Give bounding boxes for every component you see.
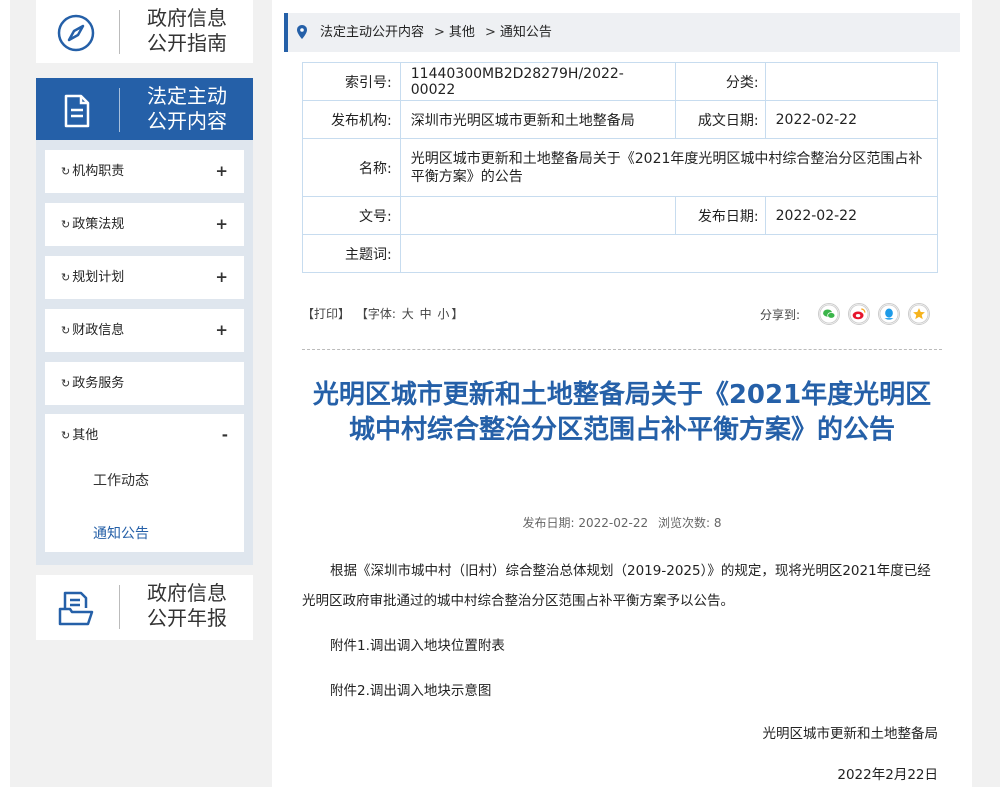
qzone-icon[interactable] xyxy=(908,303,930,325)
view-count: 浏览次数: 8 xyxy=(657,516,722,530)
font-medium-link[interactable]: 中 xyxy=(420,307,432,321)
meta-table: 索引号: 11440300MB2D28279H/2022-00022 分类: 发… xyxy=(302,62,939,273)
signature-date: 2022年2月22日 xyxy=(837,767,938,783)
doc-number-value xyxy=(399,196,676,235)
folder-doc-icon xyxy=(58,591,94,626)
written-date-label: 成文日期: xyxy=(674,100,766,139)
wechat-icon[interactable] xyxy=(818,303,840,325)
weibo-icon[interactable] xyxy=(848,303,870,325)
expand-icon[interactable]: + xyxy=(215,150,228,193)
font-size-bracket: 】 xyxy=(451,307,464,321)
guide-line1: 政府信息 xyxy=(147,6,227,30)
sidebar-item-institution[interactable]: 机构职责 + xyxy=(45,150,244,193)
index-value: 11440300MB2D28279H/2022-00022 xyxy=(399,62,676,101)
font-large-link[interactable]: 大 xyxy=(402,307,414,321)
page-tools: 【打印】 【字体: 大 中 小】 xyxy=(302,305,465,322)
qq-icon[interactable] xyxy=(878,303,900,325)
print-link[interactable]: 【打印】 xyxy=(302,307,350,321)
attachment-link-2[interactable]: 附件2.调出调入地块示意图 xyxy=(302,676,938,706)
publish-info: 发布日期: 2022-02-22 浏览次数: 8 xyxy=(302,514,942,531)
publisher-label: 发布机构: xyxy=(302,100,401,139)
index-label: 索引号: xyxy=(302,62,401,101)
active-card-title: 法定主动 公开内容 xyxy=(132,84,242,134)
category-label: 分类: xyxy=(674,62,766,101)
sidebar-item-service[interactable]: 政务服务 xyxy=(45,362,244,405)
report-card-title: 政府信息 公开年报 xyxy=(132,581,242,631)
category-value xyxy=(764,62,939,101)
sidebar-item-label: 机构职责 xyxy=(61,150,124,193)
doc-number-label: 文号: xyxy=(302,196,401,235)
submenu-box: 工作动态 通知公告 xyxy=(45,456,244,552)
active-content-card[interactable]: 法定主动 公开内容 xyxy=(36,78,253,140)
breadcrumb-link[interactable]: 其他 xyxy=(449,25,475,40)
submenu-item-notice[interactable]: 通知公告 xyxy=(93,523,149,543)
sidebar-item-label: 政策法规 xyxy=(61,203,124,246)
collapse-icon[interactable]: - xyxy=(222,414,228,457)
subject-value xyxy=(399,234,939,273)
card-separator xyxy=(119,88,120,132)
sidebar-item-policy[interactable]: 政策法规 + xyxy=(45,203,244,246)
subject-label: 主题词: xyxy=(302,234,401,273)
name-label: 名称: xyxy=(302,138,401,197)
font-small-link[interactable]: 小 xyxy=(437,307,449,321)
name-value: 光明区城市更新和土地整备局关于《2021年度光明区城中村综合整治分区范围占补平衡… xyxy=(399,138,939,197)
sidebar-item-label: 其他 xyxy=(61,414,98,457)
sidebar-item-planning[interactable]: 规划计划 + xyxy=(45,256,244,299)
publish-date: 发布日期: 2022-02-22 xyxy=(522,516,649,530)
annual-report-card[interactable]: 政府信息 公开年报 xyxy=(36,575,253,640)
share-label: 分享到: xyxy=(760,308,801,322)
guide-card-title: 政府信息 公开指南 xyxy=(132,6,242,56)
section-divider xyxy=(302,349,942,350)
expand-icon[interactable]: + xyxy=(215,203,228,246)
location-pin-icon xyxy=(297,25,307,39)
breadcrumb-link[interactable]: 通知公告 xyxy=(500,25,552,40)
breadcrumb: 法定主动公开内容 > 其他 > 通知公告 xyxy=(284,13,960,52)
active-line2: 公开内容 xyxy=(147,109,227,133)
expand-icon[interactable]: + xyxy=(215,309,228,352)
sidebar-item-label: 政务服务 xyxy=(61,362,124,405)
active-line1: 法定主动 xyxy=(147,84,227,108)
article-title: 光明区城市更新和土地整备局关于《2021年度光明区城中村综合整治分区范围占补平衡… xyxy=(312,380,932,445)
written-date-value: 2022-02-22 xyxy=(764,100,939,139)
font-size-label: 【字体: xyxy=(355,307,396,321)
signature: 光明区城市更新和土地整备局 xyxy=(762,726,939,742)
compass-icon xyxy=(57,14,95,52)
publisher-value: 深圳市光明区城市更新和土地整备局 xyxy=(399,100,676,139)
card-separator xyxy=(119,585,120,629)
sidebar-item-label: 财政信息 xyxy=(61,309,124,352)
left-gutter xyxy=(0,0,10,787)
report-line1: 政府信息 xyxy=(147,581,227,605)
sidebar-item-label: 规划计划 xyxy=(61,256,124,299)
right-gutter xyxy=(972,0,1000,787)
guide-line2: 公开指南 xyxy=(147,31,227,55)
breadcrumb-separator: > xyxy=(434,25,445,40)
card-separator xyxy=(119,10,120,54)
attachment-link-1[interactable]: 附件1.调出调入地块位置附表 xyxy=(302,631,938,661)
breadcrumb-separator: > xyxy=(484,25,496,40)
report-line2: 公开年报 xyxy=(147,606,227,630)
sidebar-item-other[interactable]: 其他 - xyxy=(45,414,244,457)
guide-card[interactable]: 政府信息 公开指南 xyxy=(36,0,253,63)
document-icon xyxy=(64,94,90,128)
submenu-item-news[interactable]: 工作动态 xyxy=(93,470,149,490)
publish-date-label: 发布日期: xyxy=(674,196,766,235)
expand-icon[interactable]: + xyxy=(215,256,228,299)
breadcrumb-link[interactable]: 法定主动公开内容 xyxy=(320,25,424,40)
article-body: 根据《深圳市城中村（旧村）综合整治总体规划（2019-2025）》的规定，现将光… xyxy=(302,563,931,609)
sidebar-item-finance[interactable]: 财政信息 + xyxy=(45,309,244,352)
publish-date-value: 2022-02-22 xyxy=(764,196,939,235)
